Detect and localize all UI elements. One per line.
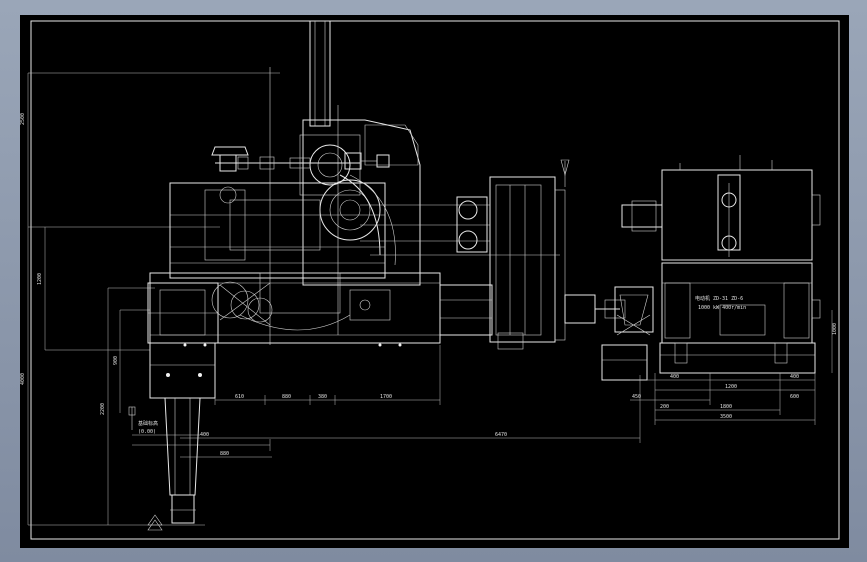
dim-bottom-2: 880	[282, 394, 291, 400]
dim-motor-7: 400	[790, 374, 799, 380]
note-small: 基础标高	[138, 420, 158, 427]
dim-motor-5: 200	[660, 404, 669, 410]
motor-label-2: 1000 kW 400r/min	[698, 305, 746, 311]
drive-shaft	[564, 286, 654, 381]
note-small-2: (0.00)	[138, 429, 156, 435]
dim-left-lower: 2200	[100, 403, 106, 415]
dim-motor-1: 400	[670, 374, 679, 380]
dim-motor-6: 1800	[720, 404, 732, 410]
drawing-frame	[30, 20, 840, 540]
dim-bottom-1: 610	[235, 394, 244, 400]
bottom-dimensions: 610 880 380 1700 6470 400 880	[180, 345, 641, 458]
electric-motor: 电动机 ZD-31 ZD-6 1000 kW 400r/min	[621, 155, 821, 374]
dim-motor-2: 1200	[725, 384, 737, 390]
drawing-sheet[interactable]: 2500 4000 1200 2200 900 基础标高 (0.00) 610 …	[20, 15, 849, 548]
dim-bottom-4: 1700	[380, 394, 392, 400]
dim-left-small: 900	[113, 356, 119, 365]
dim-left-upper: 2500	[20, 113, 26, 125]
dim-motor-4: 3500	[720, 414, 732, 420]
dim-bottom-5: 6470	[495, 432, 507, 438]
dim-bottom-3: 380	[318, 394, 327, 400]
mill-stand	[149, 20, 441, 347]
dim-left-overall: 4000	[20, 373, 26, 385]
coupling-cluster	[211, 281, 273, 326]
dim-bottom-6: 400	[200, 432, 209, 438]
dim-motor-3: 450	[632, 394, 641, 400]
dim-left-mid: 1200	[37, 273, 43, 285]
dim-motor-8: 600	[790, 394, 799, 400]
motor-label-1: 电动机 ZD-31 ZD-6	[695, 295, 743, 302]
motor-dimensions: 400 1200 450 3500 200 1800 400 600 1000	[630, 310, 838, 425]
intermediate-gearbox	[360, 159, 570, 350]
cad-viewport: 2500 4000 1200 2200 900 基础标高 (0.00) 610 …	[0, 0, 867, 562]
cad-drawing: 2500 4000 1200 2200 900 基础标高 (0.00) 610 …	[20, 20, 840, 540]
dim-right-1: 1000	[832, 323, 838, 335]
dim-bottom-7: 880	[220, 451, 229, 457]
vertical-drive	[147, 282, 219, 531]
